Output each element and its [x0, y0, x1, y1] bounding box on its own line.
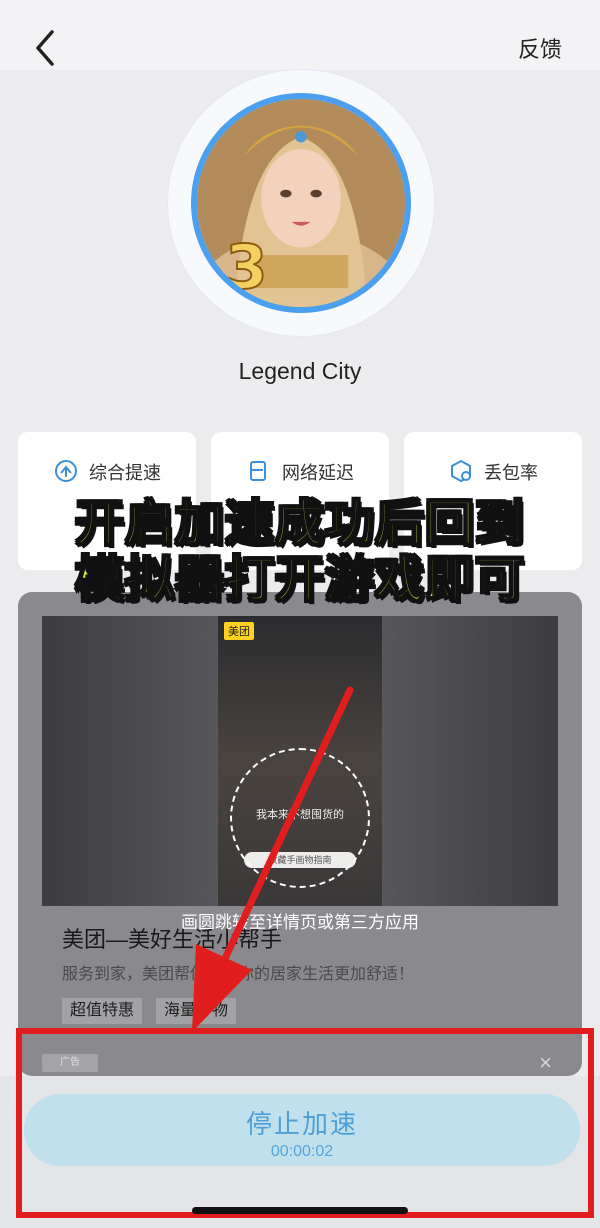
ad-phone-preview: 美团 我本来不想囤货的 收藏手画物指南 — [218, 616, 382, 906]
stat-label-speed: 综合提速 — [89, 463, 161, 483]
overlay-caption-line2: 模拟器打开游戏即可 — [74, 550, 525, 609]
ad-tag: 超值特惠 — [62, 998, 143, 1024]
ad-gesture-hint: 画圆跳转至详情页或第三方应用 — [181, 913, 419, 932]
ad-video-search: 收藏手画物指南 — [244, 852, 356, 868]
avatar-ring: 3 — [191, 93, 411, 313]
latency-icon — [250, 461, 266, 481]
ad-video[interactable]: 美团 我本来不想囤货的 收藏手画物指南 — [42, 616, 558, 906]
ad-video-subtitle: 我本来不想囤货的 — [256, 809, 344, 821]
stat-label-packet-loss: 丢包率 — [484, 463, 538, 483]
packet-loss-icon — [451, 459, 471, 483]
top-bar: 反馈 — [0, 0, 600, 70]
ad-tag: 海量好物 — [156, 998, 237, 1024]
ad-description: 服务到家，美团帮你，让你的居家生活更加舒适！ — [62, 966, 415, 983]
game-title: Legend City — [238, 358, 362, 384]
svg-text:3: 3 — [225, 233, 267, 303]
highlight-box — [16, 1028, 594, 1218]
feedback-button[interactable]: 反馈 — [518, 32, 562, 64]
game-character-illustration: 3 — [197, 99, 405, 307]
stat-label-latency: 网络延迟 — [282, 463, 354, 483]
speed-up-icon — [55, 460, 77, 482]
ad-panel[interactable]: 美团 我本来不想囤货的 收藏手画物指南 美团—美好生活小帮手 服务到家，美团帮你… — [18, 592, 582, 1076]
chevron-left-icon[interactable] — [30, 28, 60, 68]
game-avatar: 3 — [168, 70, 434, 336]
home-indicator — [192, 1207, 408, 1214]
ad-brand-tag: 美团 — [224, 622, 254, 640]
